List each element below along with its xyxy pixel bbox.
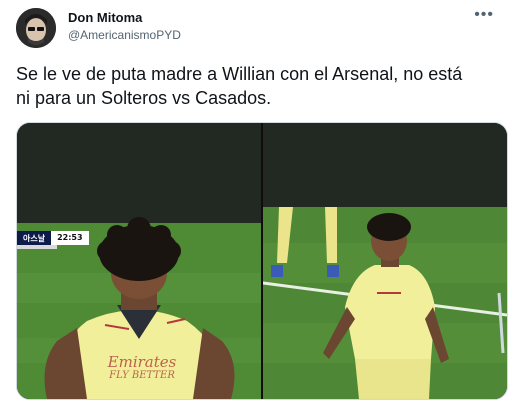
tweet-text-line: Se le ve de puta madre a Willian con el … <box>16 64 463 84</box>
media-photo-left[interactable]: 아스날 22:53 Emirates FLY BETTER <box>17 123 261 399</box>
avatar[interactable] <box>16 8 56 48</box>
tweet-text: Se le ve de puta madre a Willian con el … <box>16 62 504 110</box>
tweet-text-line: ni para un Solteros vs Casados. <box>16 88 272 108</box>
scoreboard: 아스날 22:53 <box>17 231 89 245</box>
author-handle[interactable]: @AmericanismoPYD <box>68 28 181 42</box>
more-horizontal-icon[interactable]: ••• <box>474 6 494 24</box>
author-display-name[interactable]: Don Mitoma <box>68 10 142 25</box>
media-photo-right[interactable] <box>263 123 507 399</box>
tweet-media: 아스날 22:53 Emirates FLY BETTER <box>16 122 508 400</box>
shirt-sponsor: Emirates FLY BETTER <box>87 355 197 383</box>
scoreboard-team: 아스날 <box>17 231 52 245</box>
scoreboard-time: 22:53 <box>51 231 89 245</box>
shirt-sponsor-line2: FLY BETTER <box>109 370 175 381</box>
scoreboard-divider <box>17 245 57 249</box>
